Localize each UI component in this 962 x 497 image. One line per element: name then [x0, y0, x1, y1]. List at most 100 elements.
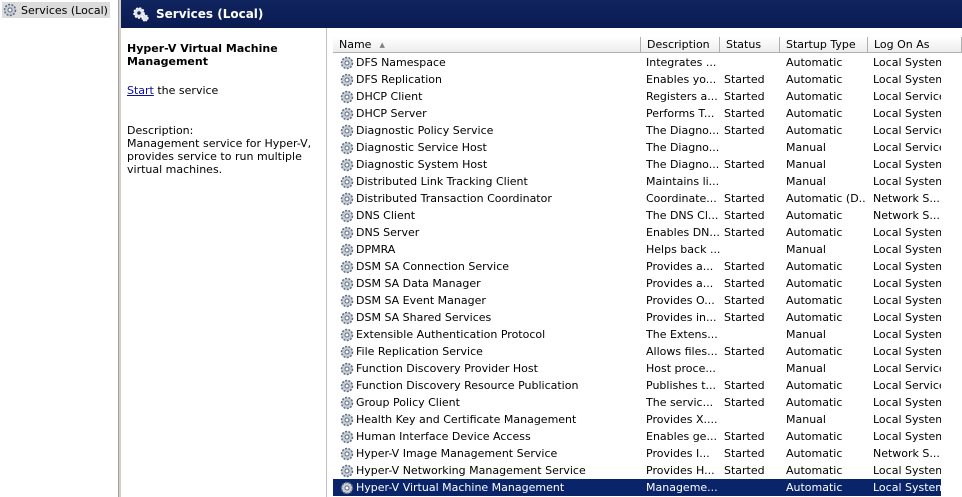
service-row[interactable]: DSM SA Connection Service Provides a... St…: [333, 258, 941, 275]
service-row[interactable]: Hyper-V Networking Management Service Pro…: [333, 462, 941, 479]
service-row[interactable]: Human Interface Device Access Enables ge.…: [333, 428, 941, 445]
service-row[interactable]: DNS Server Enables DN... Started Automatic L…: [333, 224, 941, 241]
column-header-log-on-as[interactable]: Log On As: [868, 37, 962, 53]
service-logon-cell: Local System: [873, 328, 941, 341]
description-pane: Hyper-V Virtual Machine Management Start…: [121, 28, 327, 497]
service-type-cell: Automatic: [786, 73, 843, 86]
service-type-cell: Automatic: [786, 260, 843, 273]
service-status-cell: [724, 326, 769, 343]
service-status-cell: Started: [724, 294, 765, 307]
gear-icon: [340, 260, 354, 274]
service-desc-cell: Provides in...: [646, 311, 717, 324]
service-row[interactable]: DHCP Server Performs T... Started Automatic…: [333, 105, 941, 122]
service-row[interactable]: Hyper-V Virtual Machine Management Manage…: [333, 479, 941, 496]
service-type-cell: Automatic: [786, 294, 843, 307]
service-row[interactable]: Diagnostic Policy Service The Diagno... St…: [333, 122, 941, 139]
service-row[interactable]: File Replication Service Allows files... S…: [333, 343, 941, 360]
gear-icon: [340, 175, 354, 189]
services-header: Services (Local): [121, 0, 962, 28]
service-row[interactable]: Distributed Transaction Coordinator Coord…: [333, 190, 941, 207]
service-desc-cell: Provides X....: [646, 413, 718, 426]
column-header-description[interactable]: Description: [641, 37, 720, 53]
service-desc-cell: Helps back ...: [646, 243, 721, 256]
service-type-cell: Manual: [786, 243, 826, 256]
service-type-cell: Automatic: [786, 124, 843, 137]
service-type-cell: Manual: [786, 362, 826, 375]
gear-icon: [340, 192, 354, 206]
column-header-status-label: Status: [726, 38, 762, 51]
start-service-line: Start the service: [127, 84, 218, 97]
service-row[interactable]: DSM SA Data Manager Provides a... Started A…: [333, 275, 941, 292]
gear-icon: [340, 90, 354, 104]
column-header-status[interactable]: Status: [720, 37, 780, 53]
service-logon-cell: Local System: [873, 396, 941, 409]
services-list: Name ▲ Description Status Startup Type L…: [333, 37, 962, 497]
service-desc-cell: Provides a...: [646, 277, 714, 290]
service-status-cell: Started: [724, 277, 765, 290]
service-logon-cell: Network S...: [873, 209, 940, 222]
service-row[interactable]: DSM SA Event Manager Provides O... Started…: [333, 292, 941, 309]
service-status-cell: Started: [724, 345, 765, 358]
service-row[interactable]: DHCP Client Registers a... Started Automati…: [333, 88, 941, 105]
service-logon-cell: Local System: [873, 260, 941, 273]
header-title: Services (Local): [156, 7, 264, 21]
service-row[interactable]: Diagnostic System Host The Diagno... Start…: [333, 156, 941, 173]
service-name-cell: DHCP Client: [356, 90, 423, 103]
gear-icon: [340, 396, 354, 410]
service-type-cell: Manual: [786, 141, 826, 154]
gear-icon: [340, 311, 354, 325]
service-row[interactable]: Function Discovery Resource Publication P…: [333, 377, 941, 394]
service-name-cell: DFS Namespace: [356, 56, 446, 69]
service-type-cell: Manual: [786, 158, 826, 171]
service-row[interactable]: Health Key and Certificate Management Pro…: [333, 411, 941, 428]
service-name-cell: DHCP Server: [356, 107, 427, 120]
service-desc-cell: The servic...: [646, 396, 714, 409]
service-row[interactable]: Group Policy Client The servic... Started A…: [333, 394, 941, 411]
service-desc-cell: The Extens...: [646, 328, 718, 341]
service-desc-cell: Enables DN...: [646, 226, 720, 239]
service-row[interactable]: DFS Namespace Integrates ... Automatic Loca…: [333, 54, 941, 71]
service-row[interactable]: Extensible Authentication Protocol The Ex…: [333, 326, 941, 343]
service-type-cell: Automatic: [786, 430, 843, 443]
service-status-cell: [724, 479, 769, 496]
service-status-cell: Started: [724, 73, 765, 86]
service-logon-cell: Local System: [873, 243, 941, 256]
service-name-cell: Hyper-V Image Management Service: [356, 447, 558, 460]
service-logon-cell: Local System: [873, 430, 941, 443]
service-name-cell: DSM SA Event Manager: [356, 294, 486, 307]
service-status-cell: Started: [724, 158, 765, 171]
service-type-cell: Automatic: [786, 277, 843, 290]
service-desc-cell: Coordinate...: [646, 192, 717, 205]
service-name-cell: Function Discovery Resource Publication: [356, 379, 579, 392]
gear-icon: [340, 124, 354, 138]
service-name-cell: DNS Server: [356, 226, 420, 239]
service-name-cell: Hyper-V Virtual Machine Management: [356, 481, 565, 494]
service-logon-cell: Local System: [873, 226, 941, 239]
service-status-cell: [724, 173, 769, 190]
description-text: Management service for Hyper-V, provides…: [127, 137, 312, 176]
column-header-name[interactable]: Name ▲: [333, 37, 641, 53]
service-row[interactable]: Function Discovery Provider Host Host pro…: [333, 360, 941, 377]
tree-item-services-local[interactable]: Services (Local): [2, 2, 110, 18]
column-header-startup-type[interactable]: Startup Type: [780, 37, 868, 53]
service-row[interactable]: Hyper-V Image Management Service Provides…: [333, 445, 941, 462]
service-name-cell: DSM SA Connection Service: [356, 260, 510, 273]
service-desc-cell: The Diagno...: [646, 124, 720, 137]
service-row[interactable]: Diagnostic Service Host The Diagno... Manu…: [333, 139, 941, 156]
gear-icon: [340, 158, 354, 172]
console-tree: Services (Local): [0, 0, 118, 497]
service-desc-cell: Registers a...: [646, 90, 718, 103]
gear-icon: [340, 430, 354, 444]
service-status-cell: Started: [724, 464, 765, 477]
service-desc-cell: Performs T...: [646, 107, 715, 120]
service-name-cell: DSM SA Data Manager: [356, 277, 481, 290]
service-row[interactable]: DFS Replication Enables yo... Started Autom…: [333, 71, 941, 88]
service-row[interactable]: DPMRA Helps back ... Manual Local System: [333, 241, 941, 258]
service-row[interactable]: DNS Client The DNS Cl... Started Automatic N…: [333, 207, 941, 224]
service-row[interactable]: Distributed Link Tracking Client Maintain…: [333, 173, 941, 190]
gear-icon: [340, 209, 354, 223]
service-name-cell: Health Key and Certificate Management: [356, 413, 577, 426]
service-row[interactable]: DSM SA Shared Services Provides in... Star…: [333, 309, 941, 326]
start-link[interactable]: Start: [127, 84, 154, 97]
service-logon-cell: Local System: [873, 175, 941, 188]
